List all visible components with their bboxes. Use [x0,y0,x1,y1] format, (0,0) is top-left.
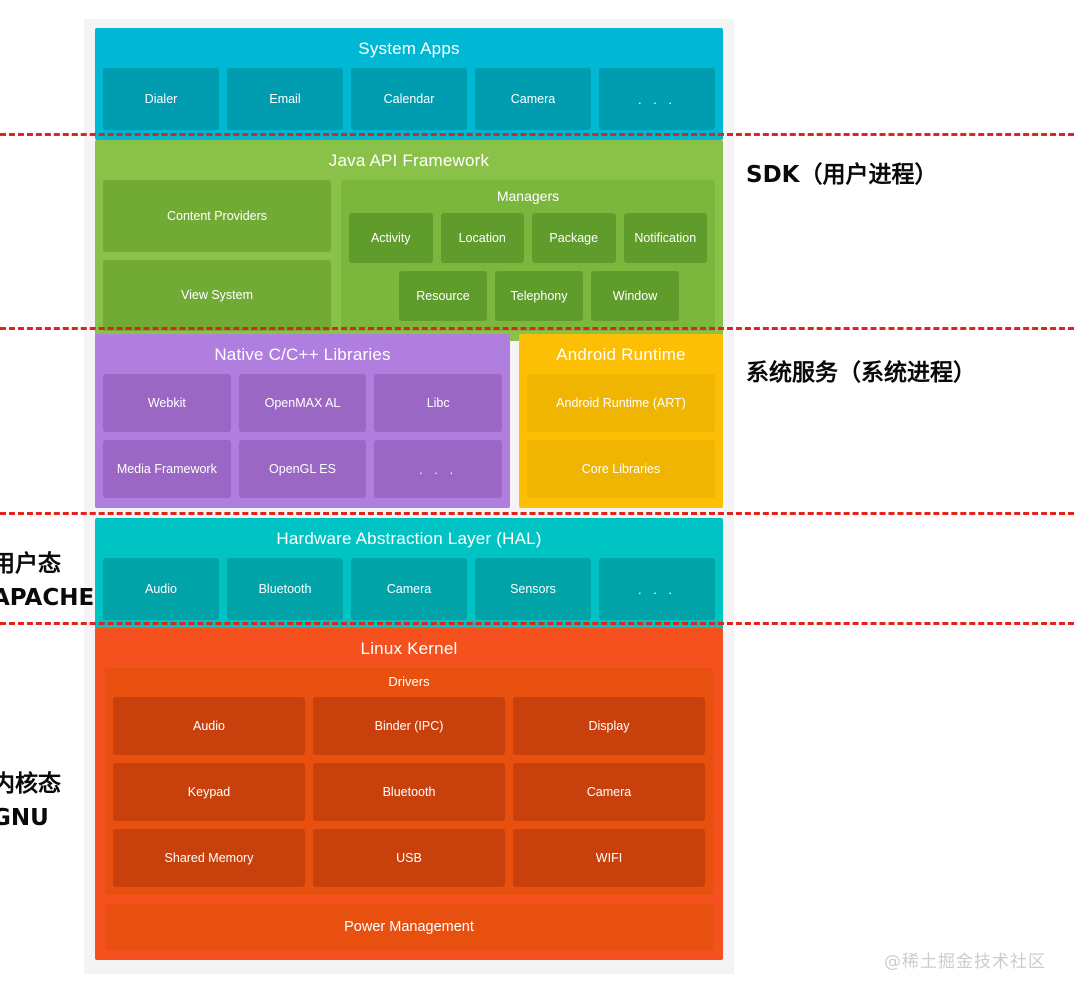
runtime-row-2: Core Libraries [527,440,715,498]
tile-camera[interactable]: Camera [475,68,591,130]
hal-tile-row: Audio Bluetooth Camera Sensors . . . [103,558,715,620]
tile-driver-audio[interactable]: Audio [113,697,305,755]
system-apps-tile-row: Dialer Email Calendar Camera . . . [103,68,715,130]
tile-driver-binder-ipc[interactable]: Binder (IPC) [313,697,505,755]
annotation-user-mode: 用户态 APACHE [0,547,94,615]
tile-driver-camera[interactable]: Camera [513,763,705,821]
diagram-root: System Apps Dialer Email Calendar Camera… [0,0,1074,994]
managers-row-1: Activity Location Package Notification [349,213,707,263]
tile-power-management[interactable]: Power Management [105,904,713,950]
annotation-user-mode-line1: 用户态 [0,551,61,577]
tile-driver-usb[interactable]: USB [313,829,505,887]
tile-android-runtime-art[interactable]: Android Runtime (ART) [527,374,715,432]
managers-panel: Managers Activity Location Package Notif… [341,180,715,331]
divider-native-hal [0,512,1074,515]
tile-window-manager[interactable]: Window [591,271,679,321]
annotation-system-service-process: 系统服务（系统进程） [746,360,976,386]
tile-openmax-al[interactable]: OpenMAX AL [238,374,367,432]
tile-media-framework[interactable]: Media Framework [103,440,231,498]
row-native-and-runtime: Native C/C++ Libraries Webkit OpenMAX AL… [95,334,723,508]
drivers-row-2: Keypad Bluetooth Camera [113,763,705,821]
layer-linux-kernel: Linux Kernel Drivers Audio Binder (IPC) … [95,628,723,960]
divider-apps-framework [0,133,1074,136]
framework-left-column: Content Providers View System [103,180,331,331]
tile-webkit[interactable]: Webkit [103,374,231,432]
tile-notification-manager[interactable]: Notification [623,213,707,263]
tile-more-native[interactable]: . . . [374,440,503,498]
layer-hal: Hardware Abstraction Layer (HAL) Audio B… [95,518,723,630]
annotation-sdk-user-process: SDK（用户进程） [746,162,938,188]
framework-body: Content Providers View System Managers A… [103,180,715,331]
tile-activity-manager[interactable]: Activity [349,213,433,263]
tile-telephony-manager[interactable]: Telephony [495,271,583,321]
drivers-row-1: Audio Binder (IPC) Display [113,697,705,755]
runtime-row-1: Android Runtime (ART) [527,374,715,432]
tile-view-system[interactable]: View System [103,259,331,331]
tile-package-manager[interactable]: Package [532,213,616,263]
layer-title-system-apps: System Apps [358,39,460,58]
tile-driver-keypad[interactable]: Keypad [113,763,305,821]
annotation-kernel-mode-line2: GNU [0,805,49,831]
layer-java-api-framework: Java API Framework Content Providers Vie… [95,140,723,341]
layer-title-android-runtime: Android Runtime [556,345,686,364]
annotation-kernel-mode-line1: 内核态 [0,771,61,797]
watermark: @稀土掘金技术社区 [884,952,1046,972]
tile-email[interactable]: Email [227,68,343,130]
drivers-panel: Drivers Audio Binder (IPC) Display Keypa… [105,668,713,895]
divider-framework-native [0,327,1074,330]
divider-hal-kernel [0,622,1074,625]
tile-calendar[interactable]: Calendar [351,68,467,130]
tile-hal-sensors[interactable]: Sensors [475,558,591,620]
annotation-kernel-mode: 内核态 GNU [0,767,61,835]
managers-title: Managers [496,188,560,204]
tile-content-providers[interactable]: Content Providers [103,180,331,252]
managers-row-2: Resource Telephony Window [349,271,707,321]
tile-hal-audio[interactable]: Audio [103,558,219,620]
drivers-row-3: Shared Memory USB WIFI [113,829,705,887]
tile-hal-bluetooth[interactable]: Bluetooth [227,558,343,620]
layer-system-apps: System Apps Dialer Email Calendar Camera… [95,28,723,140]
native-row-1: Webkit OpenMAX AL Libc [103,374,503,432]
tile-resource-manager[interactable]: Resource [399,271,487,321]
tile-location-manager[interactable]: Location [440,213,524,263]
annotation-user-mode-line2: APACHE [0,585,95,611]
tile-more-apps[interactable]: . . . [599,68,715,130]
drivers-title: Drivers [388,674,430,689]
tile-driver-display[interactable]: Display [513,697,705,755]
tile-opengl-es[interactable]: OpenGL ES [238,440,367,498]
tile-core-libraries[interactable]: Core Libraries [527,440,715,498]
layer-title-linux-kernel: Linux Kernel [360,639,458,658]
tile-more-hal[interactable]: . . . [599,558,715,620]
layer-title-java-api-framework: Java API Framework [328,151,490,170]
layer-native-libraries: Native C/C++ Libraries Webkit OpenMAX AL… [95,334,510,508]
layer-title-hal: Hardware Abstraction Layer (HAL) [276,529,542,548]
tile-hal-camera[interactable]: Camera [351,558,467,620]
layer-title-native-libraries: Native C/C++ Libraries [214,345,391,364]
tile-driver-shared-memory[interactable]: Shared Memory [113,829,305,887]
tile-driver-bluetooth[interactable]: Bluetooth [313,763,505,821]
tile-driver-wifi[interactable]: WIFI [513,829,705,887]
layer-android-runtime: Android Runtime Android Runtime (ART) Co… [519,334,723,508]
native-row-2: Media Framework OpenGL ES . . . [103,440,503,498]
tile-dialer[interactable]: Dialer [103,68,219,130]
tile-libc[interactable]: Libc [374,374,503,432]
